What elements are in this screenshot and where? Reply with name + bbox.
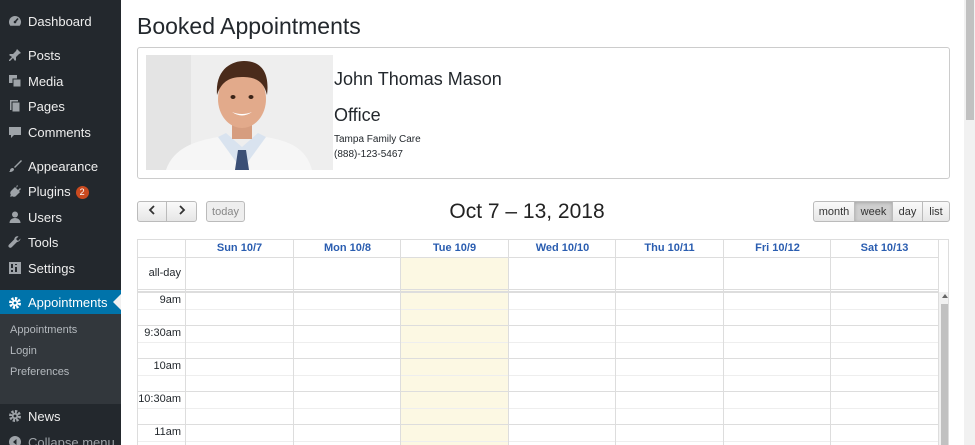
today-button[interactable]: today: [206, 201, 245, 222]
settings-icon: [7, 260, 22, 275]
week-calendar: Sun 10/7 Mon 10/8 Tue 10/9 Wed 10/10 Thu 10/…: [137, 239, 949, 445]
grid-row-line: [138, 408, 938, 409]
day-header[interactable]: Sat 10/13: [830, 240, 938, 257]
dashboard-icon: [7, 13, 22, 28]
gear-icon: [7, 295, 22, 310]
sidebar-collapse-menu[interactable]: Collapse menu: [0, 429, 121, 445]
chevron-right-icon: [177, 205, 187, 218]
gear-icon: [7, 408, 22, 423]
day-header[interactable]: Tue 10/9: [400, 240, 508, 257]
time-slot-label: 9am: [159, 294, 181, 306]
view-week-button[interactable]: week: [854, 201, 893, 222]
grid-column-line: [400, 240, 401, 445]
pin-icon: [7, 47, 22, 62]
today-column-highlight: [401, 258, 508, 445]
page-scrollbar[interactable]: [964, 0, 975, 445]
prev-week-button[interactable]: [137, 201, 167, 222]
profile-card: John Thomas Mason Office Tampa Family Ca…: [137, 47, 950, 179]
view-month-button[interactable]: month: [813, 201, 855, 222]
grid-column-line: [185, 240, 186, 445]
next-week-button[interactable]: [166, 201, 197, 222]
submenu-item-appointments[interactable]: Appointments: [10, 324, 77, 336]
scroll-up-icon[interactable]: [942, 294, 948, 298]
user-icon: [7, 209, 22, 224]
grid-row-line: [138, 257, 938, 258]
allday-label: all-day: [148, 267, 181, 279]
sidebar-item-tools[interactable]: Tools: [0, 229, 121, 255]
grid-row-line: [138, 391, 938, 392]
plug-icon: [7, 183, 22, 198]
calendar-title: Oct 7 – 13, 2018: [449, 200, 605, 223]
grid-row-line: [138, 358, 938, 359]
view-day-button[interactable]: day: [892, 201, 923, 222]
sidebar-item-media[interactable]: Media: [0, 68, 121, 94]
sidebar-item-appointments[interactable]: Appointments: [0, 290, 121, 314]
view-list-button[interactable]: list: [922, 201, 950, 222]
time-slot-label: 10am: [153, 360, 181, 372]
sidebar-item-comments[interactable]: Comments: [0, 119, 121, 145]
sidebar-item-pages[interactable]: Pages: [0, 93, 121, 119]
day-header[interactable]: Fri 10/12: [723, 240, 831, 257]
pages-icon: [7, 98, 22, 113]
main-content: Booked Appointments John Thomas Mason Of…: [121, 0, 964, 445]
grid-column-line: [723, 240, 724, 445]
brush-icon: [7, 158, 22, 173]
day-header[interactable]: Wed 10/10: [508, 240, 616, 257]
profile-role: Office: [334, 105, 381, 125]
profile-phone: (888)-123-5467: [334, 149, 403, 160]
day-header[interactable]: Sun 10/7: [185, 240, 293, 257]
collapse-icon: [7, 434, 22, 445]
grid-row-line: [138, 289, 938, 290]
calendar-scroll-thumb[interactable]: [941, 304, 948, 445]
grid-row-line: [138, 441, 938, 442]
grid-row-line: [138, 375, 938, 376]
page-title: Booked Appointments: [137, 13, 361, 39]
sidebar-item-posts[interactable]: Posts: [0, 42, 121, 68]
time-slot-label: 11am: [154, 426, 181, 438]
plugin-update-badge: 2: [75, 186, 89, 199]
grid-column-line: [508, 240, 509, 445]
profile-name: John Thomas Mason: [334, 69, 502, 89]
sidebar-item-settings[interactable]: Settings: [0, 255, 121, 281]
calendar-scrollbar[interactable]: [938, 292, 948, 445]
grid-row-line: [138, 325, 938, 326]
time-slot-label: 9:30am: [144, 327, 181, 339]
page-scroll-thumb[interactable]: [966, 0, 974, 120]
grid-row-line: [138, 309, 938, 310]
media-icon: [7, 73, 22, 88]
profile-clinic: Tampa Family Care: [334, 134, 421, 145]
grid-column-line: [830, 240, 831, 445]
wrench-icon: [7, 234, 22, 249]
day-header[interactable]: Thu 10/11: [615, 240, 723, 257]
submenu-item-login[interactable]: Login: [10, 345, 37, 357]
chevron-left-icon: [147, 205, 157, 218]
submenu-item-preferences[interactable]: Preferences: [10, 366, 69, 378]
grid-column-line: [293, 240, 294, 445]
day-header[interactable]: Mon 10/8: [293, 240, 401, 257]
comment-icon: [7, 124, 22, 139]
appointments-submenu: Appointments Login Preferences: [0, 314, 121, 404]
sidebar-item-users[interactable]: Users: [0, 204, 121, 230]
grid-column-line: [615, 240, 616, 445]
admin-sidebar: Dashboard Posts Media Pages Comments App…: [0, 0, 121, 445]
sidebar-item-dashboard[interactable]: Dashboard: [0, 8, 121, 34]
sidebar-item-plugins[interactable]: Plugins 2: [0, 178, 121, 204]
grid-row-line: [138, 424, 938, 425]
grid-row-line: [138, 342, 938, 343]
sidebar-item-news[interactable]: News: [0, 403, 121, 429]
time-slot-label: 10:30am: [138, 393, 181, 405]
profile-photo: [146, 55, 333, 170]
sidebar-item-appearance[interactable]: Appearance: [0, 153, 121, 179]
grid-row-line: [138, 292, 938, 293]
plugins-label: Plugins: [28, 184, 71, 199]
